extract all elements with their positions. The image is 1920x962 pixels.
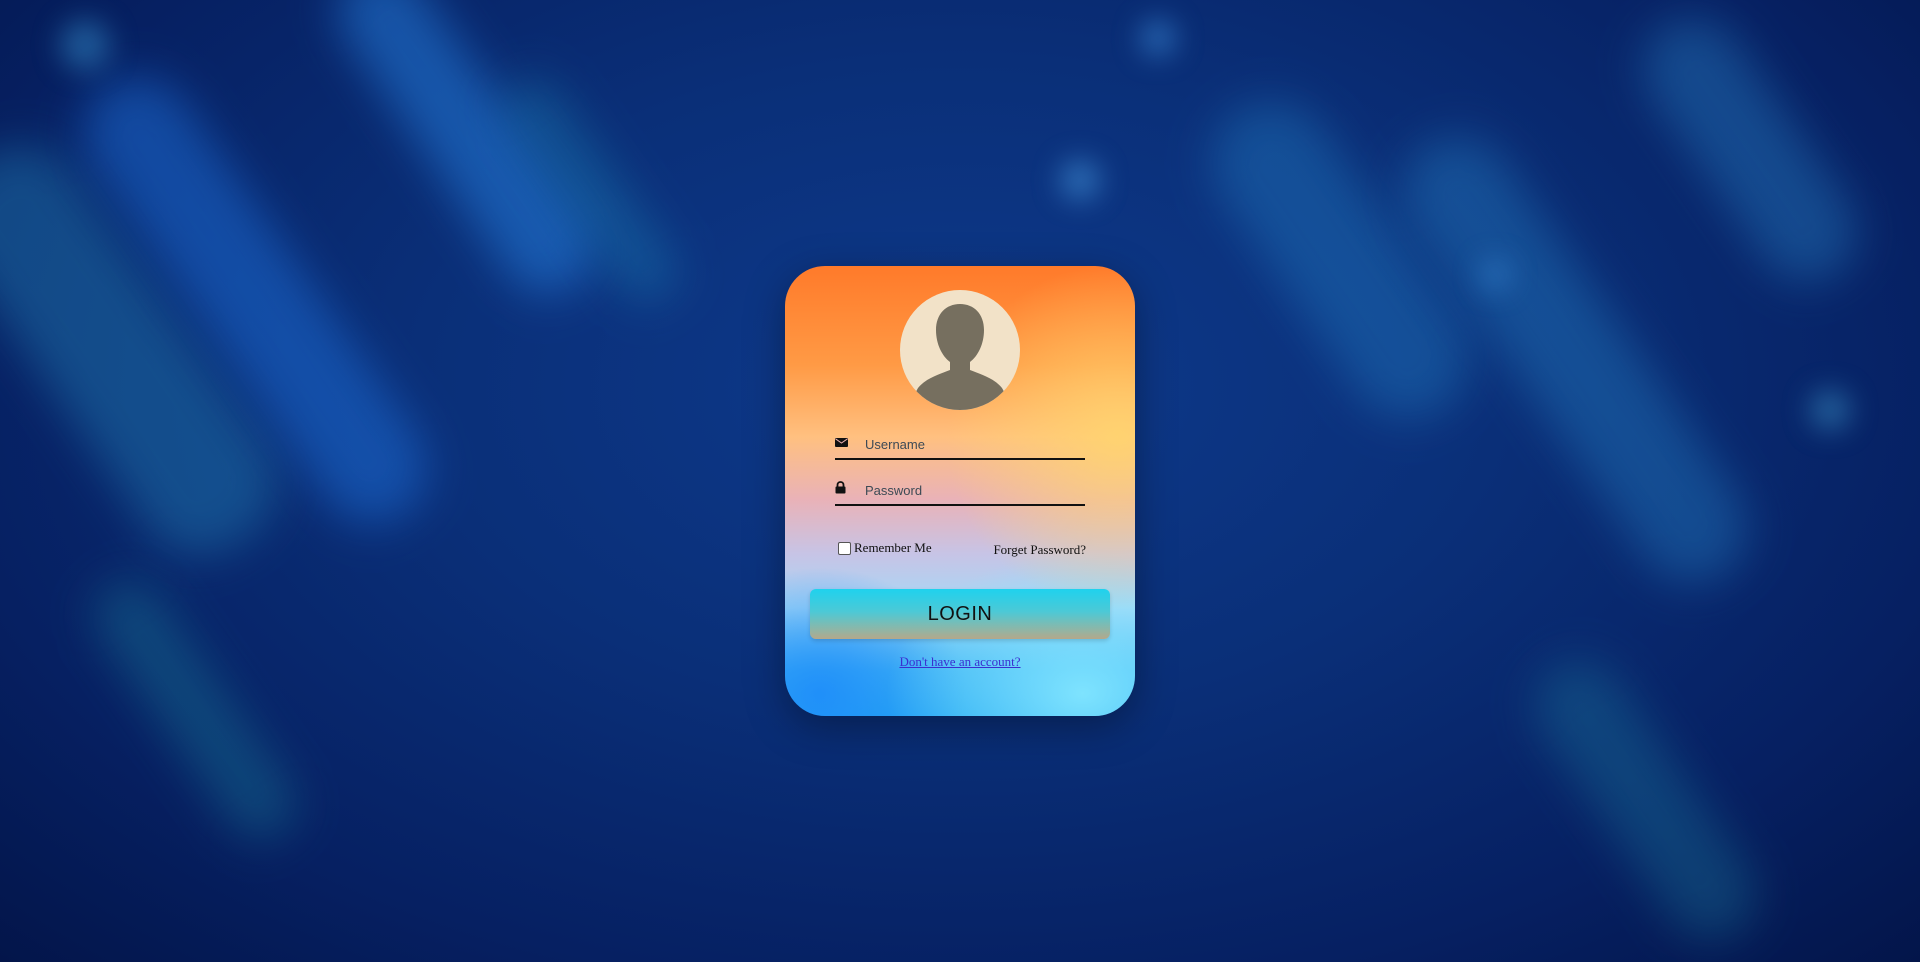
password-input[interactable]: [865, 476, 1080, 504]
login-options: Remember Me Forget Password?: [838, 540, 1086, 560]
remember-me[interactable]: Remember Me: [838, 540, 932, 556]
envelope-icon: [835, 435, 849, 449]
signup-link-container: Don't have an account?: [785, 654, 1135, 670]
remember-me-checkbox[interactable]: [838, 541, 851, 555]
remember-me-label: Remember Me: [854, 540, 932, 555]
login-button[interactable]: LOGIN: [810, 589, 1110, 639]
login-card: Remember Me Forget Password? LOGIN Don't…: [785, 266, 1135, 716]
username-field: [835, 430, 1085, 460]
user-silhouette-icon: [900, 290, 1020, 410]
signup-link[interactable]: Don't have an account?: [899, 654, 1020, 669]
forgot-password-link[interactable]: Forget Password?: [993, 542, 1086, 558]
password-field: [835, 476, 1085, 506]
lock-icon: [835, 481, 849, 495]
username-input[interactable]: [865, 430, 1080, 458]
